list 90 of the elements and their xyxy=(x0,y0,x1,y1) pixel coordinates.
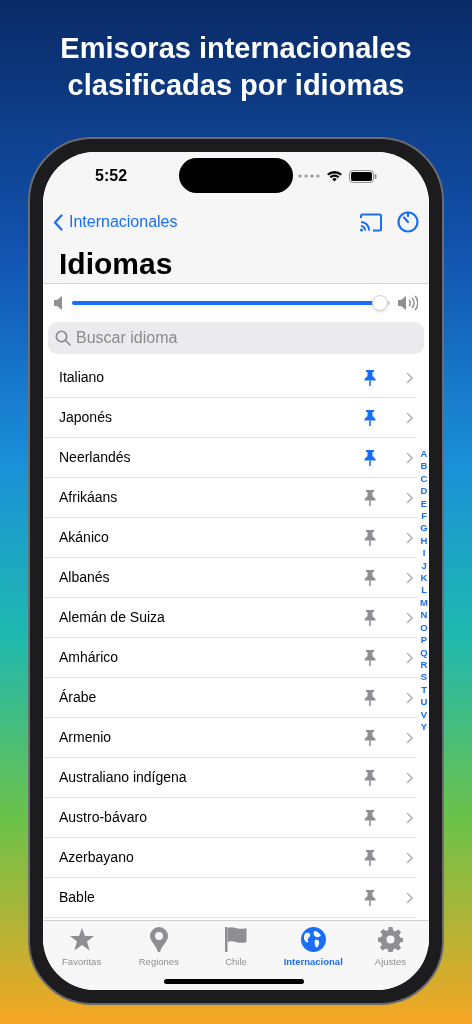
language-row[interactable]: Akánico xyxy=(43,518,417,558)
language-row[interactable]: Austro-bávaro xyxy=(43,798,417,838)
language-row[interactable]: Azerbayano xyxy=(43,838,417,878)
language-row[interactable]: Armenio xyxy=(43,718,417,758)
location-pin-icon xyxy=(149,926,168,952)
volume-low-icon xyxy=(54,296,64,310)
pushpin-icon[interactable] xyxy=(364,449,376,466)
chevron-right-icon xyxy=(406,851,413,864)
index-letter[interactable]: A xyxy=(420,448,428,461)
pushpin-icon[interactable] xyxy=(364,689,376,706)
pushpin-icon[interactable] xyxy=(364,729,376,746)
pushpin-icon[interactable] xyxy=(364,889,376,906)
index-letter[interactable]: K xyxy=(420,572,428,585)
signal-icon xyxy=(298,174,320,178)
index-letter[interactable]: E xyxy=(420,497,428,511)
pushpin-icon[interactable] xyxy=(364,569,376,586)
tab-button[interactable]: Chile xyxy=(197,926,275,970)
chevron-right-icon xyxy=(406,531,413,544)
chevron-right-icon xyxy=(406,451,413,464)
index-letter[interactable]: R xyxy=(420,658,428,672)
back-chevron-icon xyxy=(53,213,63,231)
index-letter[interactable]: P xyxy=(420,634,428,647)
index-letter[interactable]: G xyxy=(420,522,428,535)
volume-high-icon xyxy=(398,295,418,311)
language-row[interactable]: Italiano xyxy=(43,358,417,398)
language-row[interactable]: Neerlandés xyxy=(43,438,417,478)
index-letter[interactable]: B xyxy=(420,460,428,473)
index-letter[interactable]: T xyxy=(421,683,427,697)
index-letter[interactable]: Q xyxy=(420,646,428,659)
pushpin-icon[interactable] xyxy=(364,649,376,666)
language-row[interactable]: Japonés xyxy=(43,398,417,438)
language-row[interactable]: Bable xyxy=(43,878,417,918)
index-letter[interactable]: I xyxy=(422,547,426,560)
language-row[interactable]: Amhárico xyxy=(43,638,417,678)
pushpin-icon[interactable] xyxy=(364,489,376,506)
index-letter[interactable]: M xyxy=(420,596,428,610)
wifi-icon xyxy=(326,170,343,182)
index-letter[interactable]: F xyxy=(421,510,427,523)
language-row[interactable]: Alemán de Suiza xyxy=(43,598,417,638)
tab-button[interactable]: Ajustes xyxy=(351,926,429,970)
chevron-right-icon xyxy=(406,651,413,664)
status-time: 5:52 xyxy=(95,166,128,186)
globe-icon xyxy=(300,926,326,952)
back-button[interactable]: Internacionales xyxy=(53,210,178,234)
page-title: Idiomas xyxy=(59,246,173,282)
index-letter[interactable]: L xyxy=(421,584,427,597)
search-icon xyxy=(55,330,71,346)
index-letter[interactable]: J xyxy=(421,559,427,573)
gear-icon xyxy=(377,926,403,952)
flag-icon xyxy=(225,926,247,952)
index-letter[interactable]: H xyxy=(420,534,428,548)
pushpin-icon[interactable] xyxy=(364,609,376,626)
pushpin-icon[interactable] xyxy=(364,369,376,386)
chevron-right-icon xyxy=(406,691,413,704)
index-letter[interactable]: O xyxy=(420,621,428,635)
pushpin-icon[interactable] xyxy=(364,809,376,826)
chevron-right-icon xyxy=(406,611,413,624)
search-field[interactable]: Buscar idioma xyxy=(48,322,424,354)
language-row[interactable]: Australiano indígena xyxy=(43,758,417,798)
index-letter[interactable]: S xyxy=(420,671,428,684)
pushpin-icon[interactable] xyxy=(364,409,376,426)
tab-button[interactable]: Regiones xyxy=(120,926,198,970)
volume-slider[interactable] xyxy=(72,295,390,311)
index-letter[interactable]: Y xyxy=(420,720,428,734)
index-letter[interactable]: U xyxy=(420,696,428,709)
star-icon xyxy=(69,927,94,951)
headline: Emisoras internacionales clasificadas por idiomas xyxy=(59,31,413,103)
battery-icon xyxy=(349,169,377,183)
chevron-right-icon xyxy=(406,411,413,424)
tab-button[interactable]: Internacional xyxy=(274,926,352,970)
chevron-right-icon xyxy=(406,731,413,744)
chevron-right-icon xyxy=(406,891,413,904)
index-letter[interactable]: N xyxy=(420,609,428,622)
chevron-right-icon xyxy=(406,571,413,584)
pushpin-icon[interactable] xyxy=(364,769,376,786)
index-letter[interactable]: V xyxy=(420,708,428,721)
pushpin-icon[interactable] xyxy=(364,849,376,866)
index-letter[interactable]: D xyxy=(420,485,428,498)
language-row[interactable]: Afrikáans xyxy=(43,478,417,518)
chevron-right-icon xyxy=(406,771,413,784)
chevron-right-icon xyxy=(406,371,413,384)
cast-icon[interactable] xyxy=(359,212,383,232)
chevron-right-icon xyxy=(406,491,413,504)
chevron-right-icon xyxy=(406,811,413,824)
timer-icon[interactable] xyxy=(397,211,419,233)
language-row[interactable]: Albanés xyxy=(43,558,417,598)
tab-button[interactable]: Favoritas xyxy=(43,926,121,970)
pushpin-icon[interactable] xyxy=(364,529,376,546)
language-row[interactable]: Árabe xyxy=(43,678,417,718)
index-letter[interactable]: C xyxy=(420,472,428,486)
